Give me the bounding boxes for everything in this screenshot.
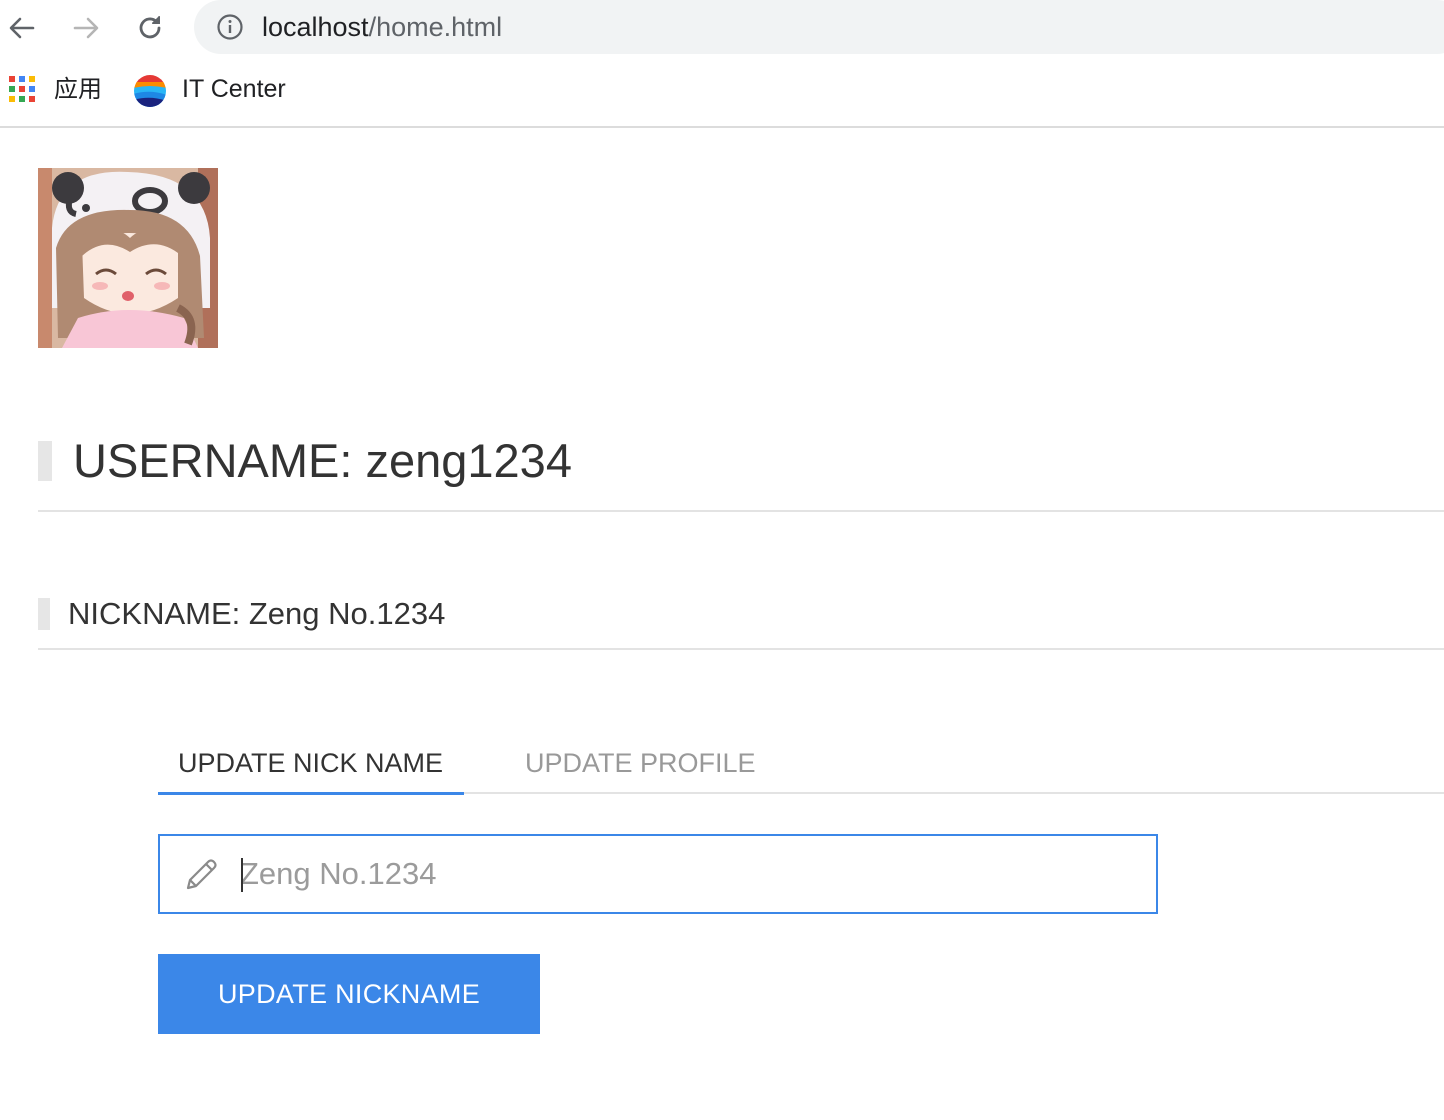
bookmark-apps[interactable]: 应用 (54, 72, 102, 106)
tab-update-nick-name[interactable]: UPDATE NICK NAME (158, 732, 464, 795)
url-text[interactable]: localhost/home.html (262, 0, 502, 54)
back-button[interactable] (2, 8, 42, 48)
arrow-left-icon (9, 17, 35, 39)
chrome-divider (0, 126, 1444, 128)
it-center-logo-icon[interactable] (133, 74, 167, 108)
pencil-icon (186, 859, 217, 890)
tab-update-profile[interactable]: UPDATE PROFILE (525, 732, 756, 794)
bookmark-it-center[interactable]: IT Center (182, 72, 286, 106)
update-nickname-button[interactable]: UPDATE NICKNAME (158, 954, 540, 1034)
info-icon[interactable] (216, 13, 244, 41)
user-avatar (38, 168, 218, 348)
browser-toolbar: localhost/home.html (0, 0, 1444, 56)
address-bar[interactable]: localhost/home.html (194, 0, 1444, 54)
nickname-input[interactable] (240, 836, 1140, 912)
nickname-field[interactable] (158, 834, 1158, 914)
nickname-heading: NICKNAME: Zeng No.1234 (38, 594, 1444, 650)
arrow-right-icon (73, 17, 99, 39)
nickname-text: NICKNAME: Zeng No.1234 (68, 596, 446, 631)
url-path: /home.html (368, 12, 503, 42)
reload-icon (139, 16, 161, 39)
heading-accent-bar (38, 598, 50, 630)
tab-bar: UPDATE NICK NAME UPDATE PROFILE (158, 732, 1444, 795)
text-caret (241, 858, 243, 892)
forward-button[interactable] (66, 8, 106, 48)
apps-grid-icon[interactable] (9, 76, 37, 104)
heading-accent-bar (38, 441, 52, 481)
username-text: USERNAME: zeng1234 (73, 434, 572, 487)
reload-button[interactable] (130, 8, 170, 48)
url-host: localhost (262, 12, 369, 42)
username-heading: USERNAME: zeng1234 (38, 432, 1444, 512)
avatar-image (38, 168, 218, 348)
